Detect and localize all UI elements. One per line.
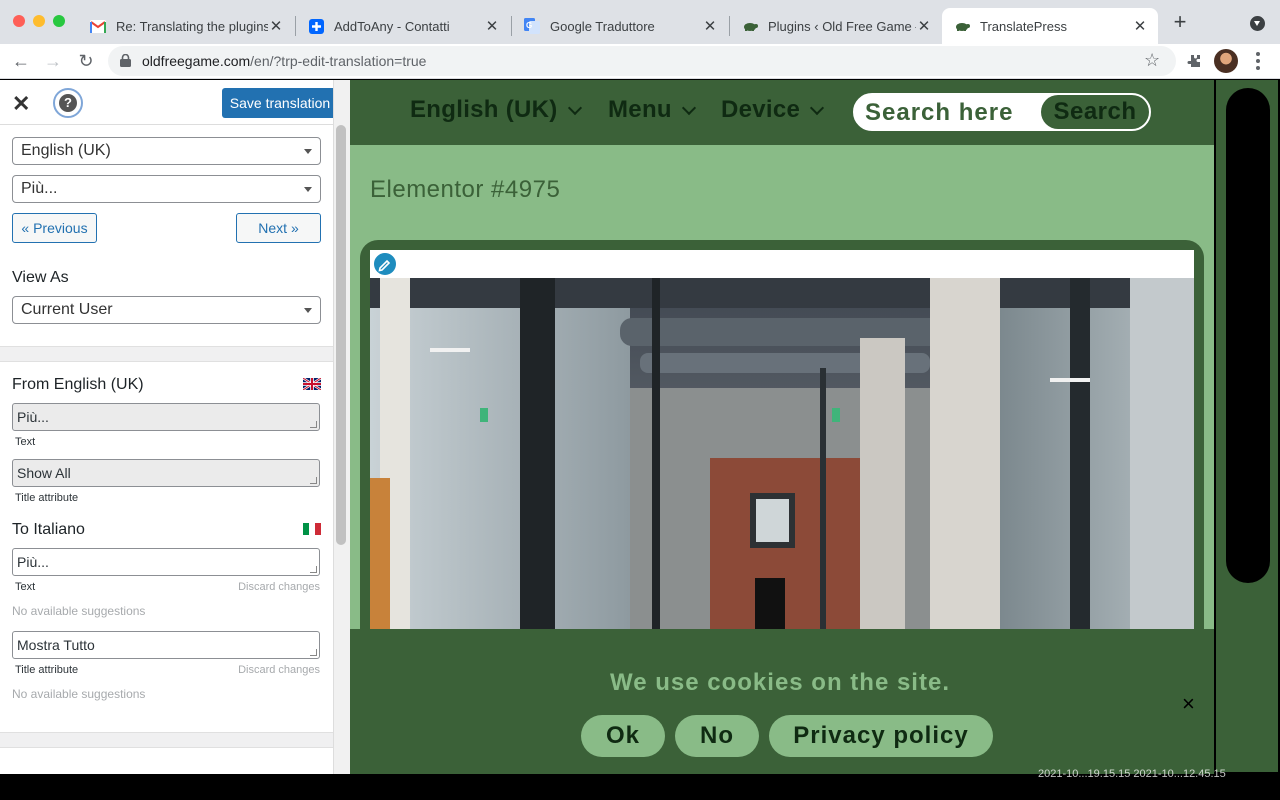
help-icon: ? (59, 94, 77, 112)
maximize-window-button[interactable] (53, 15, 65, 27)
to-language-heading: To Italiano (12, 521, 85, 538)
from-language-heading: From English (UK) (12, 376, 144, 393)
no-suggestions-text: No available suggestions (12, 687, 146, 701)
back-arrow-icon[interactable]: ← (10, 50, 32, 72)
reload-icon[interactable]: ↻ (75, 50, 97, 72)
lock-icon (120, 54, 131, 67)
italy-flag-icon (303, 523, 321, 535)
browser-tab-addtoany[interactable]: AddToAny - Contatti ✕ (296, 8, 510, 44)
chevron-down-icon (681, 100, 696, 115)
browser-tab-gmail[interactable]: Re: Translating the plugins ✕ (78, 8, 294, 44)
translation-text-field[interactable]: Più... (12, 548, 320, 576)
close-tab-icon[interactable]: ✕ (702, 17, 718, 35)
save-translation-button[interactable]: Save translation (222, 88, 333, 118)
desktop-file-timestamps: 2021-10...19.15.15 2021-10...12.45.15 (1038, 768, 1226, 780)
sidebar-scrollbar[interactable] (336, 125, 346, 545)
url-text: oldfreegame.com/en/?trp-edit-translation… (142, 53, 427, 69)
close-tab-icon[interactable]: ✕ (484, 17, 500, 35)
browser-menu-icon[interactable] (1256, 52, 1260, 70)
translation-title-field[interactable]: Mostra Tutto (12, 631, 320, 659)
addtoany-icon (308, 18, 324, 34)
next-button[interactable]: Next » (236, 213, 321, 243)
previous-button[interactable]: « Previous (12, 213, 97, 243)
cookie-ok-button[interactable]: Ok (581, 715, 665, 757)
browser-toolbar: ← → ↻ oldfreegame.com/en/?trp-edit-trans… (0, 44, 1280, 79)
close-tab-icon[interactable]: ✕ (916, 17, 932, 35)
view-as-select[interactable]: Current User (12, 296, 321, 324)
chevron-down-icon (567, 100, 582, 115)
section-divider (0, 732, 333, 748)
language-select[interactable]: English (UK) (12, 137, 321, 165)
language-menu-label: English (UK) (410, 96, 558, 123)
language-menu[interactable]: English (UK) (410, 96, 582, 124)
original-text-field: Più... (12, 403, 320, 431)
svg-text:G: G (526, 21, 532, 30)
browser-tab-translatepress[interactable]: TranslatePress ✕ (942, 8, 1158, 44)
discard-changes-link[interactable]: Discard changes (238, 664, 320, 676)
section-divider (0, 346, 333, 362)
main-menu[interactable]: Menu (608, 96, 696, 124)
google-translate-icon: G (524, 18, 540, 34)
bookmark-star-icon[interactable]: ☆ (1144, 50, 1160, 71)
cookie-banner: We use cookies on the site. × Ok No Priv… (350, 629, 1214, 774)
string-select[interactable]: Più... (12, 175, 321, 203)
tab-title: TranslatePress (980, 18, 1067, 34)
help-button[interactable]: ? (53, 88, 83, 118)
no-suggestions-text: No available suggestions (12, 604, 146, 618)
tab-title: Re: Translating the plugins (116, 18, 268, 34)
original-title-label: Title attribute (15, 492, 79, 504)
sidebar-top-bar: ✕ ? Save translation (0, 80, 333, 125)
original-text-label: Text (15, 436, 36, 448)
cookie-message: We use cookies on the site. (610, 669, 950, 696)
close-tab-icon[interactable]: ✕ (268, 17, 284, 35)
close-icon[interactable]: × (1182, 691, 1195, 717)
close-editor-icon[interactable]: ✕ (12, 91, 30, 117)
profile-avatar[interactable] (1214, 49, 1238, 73)
uk-flag-icon (303, 378, 321, 390)
tab-title: Plugins ‹ Old Free Game — (768, 18, 916, 34)
office-hallway-image (370, 278, 1194, 630)
forward-arrow-icon[interactable]: → (42, 50, 64, 72)
site-search-box: Search here Search (851, 91, 1153, 133)
page-title: Elementor #4975 (370, 176, 561, 203)
view-as-label: View As (12, 269, 69, 286)
original-title-field: Show All (12, 459, 320, 487)
translation-sidebar: ✕ ? Save translation English (UK) Più...… (0, 80, 334, 774)
privacy-policy-button[interactable]: Privacy policy (769, 715, 993, 757)
website-preview: English (UK) Menu Device Search here Sea… (350, 80, 1214, 774)
new-tab-button[interactable]: + (1170, 11, 1190, 33)
main-menu-label: Menu (608, 96, 672, 123)
browser-tab-google-translate[interactable]: G Google Traduttore ✕ (512, 8, 728, 44)
gmail-icon (90, 18, 106, 34)
right-side-panel (1214, 80, 1280, 774)
device-menu-label: Device (721, 96, 801, 123)
device-menu[interactable]: Device (721, 96, 825, 124)
tab-search-icon[interactable] (1250, 16, 1265, 31)
site-search-input[interactable]: Search here (865, 99, 1013, 127)
site-header: English (UK) Menu Device Search here Sea… (350, 80, 1214, 145)
close-window-button[interactable] (13, 15, 25, 27)
site-search-button[interactable]: Search (1041, 95, 1149, 129)
browser-tab-plugins[interactable]: Plugins ‹ Old Free Game — ✕ (730, 8, 942, 44)
close-tab-icon[interactable]: ✕ (1132, 17, 1148, 35)
side-scroll-pill[interactable] (1226, 88, 1270, 583)
edit-pencil-icon[interactable] (372, 251, 398, 277)
translation-text-label: Text (15, 581, 36, 593)
turtle-icon (954, 18, 970, 34)
translation-title-label: Title attribute (15, 664, 79, 676)
address-bar[interactable]: oldfreegame.com/en/?trp-edit-translation… (108, 46, 1176, 76)
tab-title: AddToAny - Contatti (334, 18, 450, 34)
extensions-puzzle-icon[interactable] (1184, 52, 1204, 72)
chevron-down-icon (810, 100, 825, 115)
discard-changes-link[interactable]: Discard changes (238, 581, 320, 593)
turtle-icon (742, 18, 758, 34)
browser-tab-strip: Re: Translating the plugins ✕ AddToAny -… (0, 0, 1280, 44)
cookie-no-button[interactable]: No (675, 715, 759, 757)
minimize-window-button[interactable] (33, 15, 45, 27)
tab-title: Google Traduttore (550, 18, 655, 34)
